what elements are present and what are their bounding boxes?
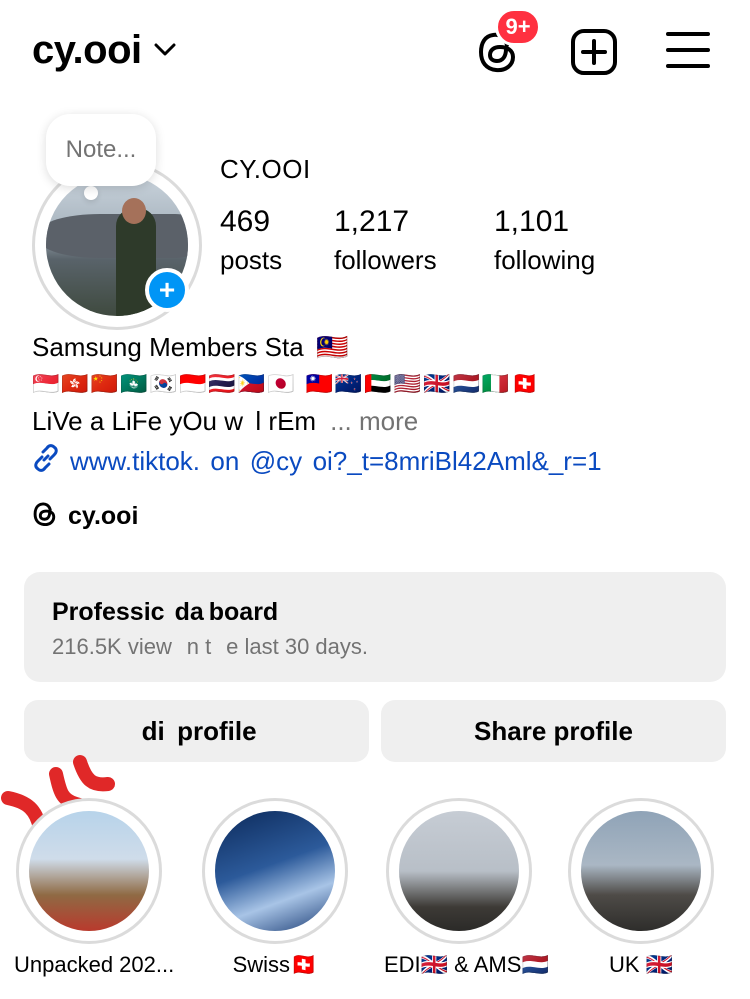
professional-dashboard[interactable]: Professic da board 216.5K view n t e las… [24,572,726,682]
notification-badge: 9+ [495,8,541,46]
highlight-ring [202,798,348,944]
account-switcher[interactable]: cy.ooi [32,28,176,73]
highlight-cover [581,811,701,931]
highlight-label: Swiss🇨🇭 [232,952,318,978]
bio-line-1: Samsung Members Sta 🇲🇾 [32,332,349,362]
highlight-ring [568,798,714,944]
threads-icon [32,500,58,533]
highlight-cover [29,811,149,931]
highlight-label: UK 🇬🇧 [608,952,674,978]
link-text: www.tiktok. on @cy oi?_t=8mriBl42Aml&_r=… [70,446,602,476]
highlight-uk[interactable]: UK 🇬🇧 [566,798,716,978]
chevron-down-icon [154,43,176,62]
stat-value: 1,101 [494,205,570,238]
stat-posts[interactable]: 469 posts [220,205,282,276]
bio-link[interactable]: www.tiktok. on @cy oi?_t=8mriBl42Aml&_r=… [32,444,602,479]
dashboard-title: Professic da board [52,598,279,626]
threads-profile-link[interactable]: cy.ooi [32,500,138,533]
note-bubble[interactable]: Note... [46,114,156,186]
top-bar: cy.ooi 9+ [0,0,750,100]
bio-line-3: LiVe a LiFe yOu w l rEm ... more [32,406,418,437]
highlight-cover [215,811,335,931]
username-title: cy.ooi [32,28,142,72]
highlight-label: Unpacked 202... [14,952,175,977]
stat-followers[interactable]: 1,217 followers [334,205,437,276]
note-tail [84,186,98,200]
create-post-button[interactable] [570,28,618,76]
share-profile-button[interactable]: Share profile [381,700,726,762]
stat-label: followers [334,245,437,275]
threads-handle: cy.ooi [68,502,139,530]
bio-text: LiVe a LiFe yOu w l rEm [32,406,317,436]
link-icon [32,444,60,479]
stat-following[interactable]: 1,101 following [494,205,595,276]
edit-profile-button[interactable]: di profile [24,700,369,762]
highlight-swiss[interactable]: Swiss🇨🇭 [200,798,350,978]
stat-label: following [494,245,596,275]
highlight-cover [399,811,519,931]
bio-flags: 🇸🇬🇭🇰🇨🇳🇲🇴🇰🇷🇮🇩🇹🇭🇵🇭🇯🇵 🇹🇼🇳🇿🇦🇪🇺🇸🇬🇧🇳🇱🇮🇹🇨🇭 [32,372,541,397]
add-story-plus-icon[interactable]: + [145,268,189,312]
dashboard-subtitle: 216.5K view n t e last 30 days. [52,634,369,659]
more-link[interactable]: ... more [330,406,418,436]
highlight-ring [16,798,162,944]
highlight-edi-ams[interactable]: EDI🇬🇧 & AMS🇳🇱 [384,798,549,978]
menu-icon[interactable] [666,30,710,70]
stat-label: posts [220,245,283,275]
highlight-ring [386,798,532,944]
highlight-unpacked[interactable]: Unpacked 202... [14,798,175,978]
stat-value: 469 [220,205,271,238]
highlight-label: EDI🇬🇧 & AMS🇳🇱 [384,952,549,978]
display-name: CY.OOI [220,154,311,184]
stat-value: 1,217 [334,205,410,238]
